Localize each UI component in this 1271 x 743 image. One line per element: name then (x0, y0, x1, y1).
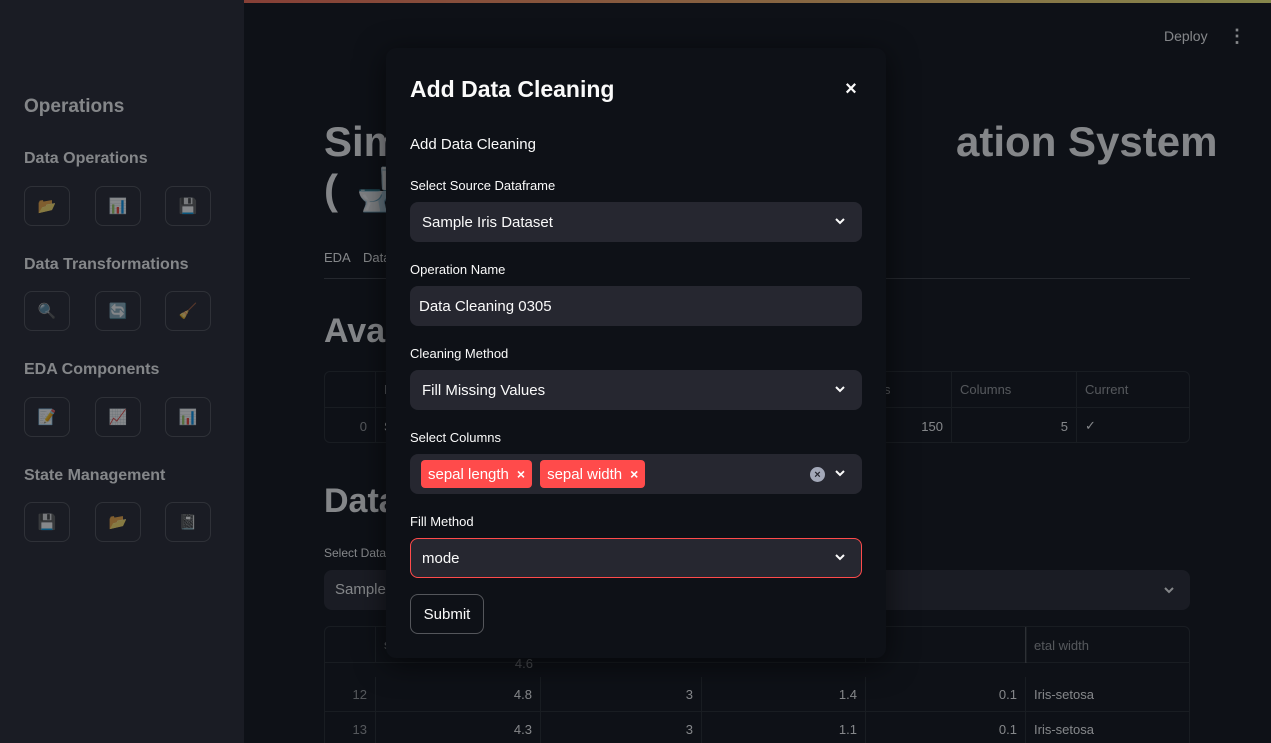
chevron-down-icon (835, 218, 845, 225)
column-chip-label: sepal length (428, 465, 509, 483)
source-dataframe-value: Sample Iris Dataset (422, 213, 553, 231)
operation-name-value: Data Cleaning 0305 (419, 297, 552, 315)
dialog-subtitle: Add Data Cleaning (410, 136, 536, 153)
select-columns-multiselect[interactable]: sepal length × sepal width × × (410, 454, 862, 494)
cleaning-method-label: Cleaning Method (410, 346, 509, 361)
operation-name-label: Operation Name (410, 262, 506, 277)
remove-chip-icon[interactable]: × (517, 466, 525, 482)
cleaning-method-value: Fill Missing Values (422, 381, 546, 399)
close-icon[interactable]: × (841, 78, 861, 102)
chevron-down-icon (835, 386, 845, 393)
dialog-title: Add Data Cleaning (410, 76, 615, 102)
select-columns-label: Select Columns (410, 430, 502, 445)
add-data-cleaning-dialog: Add Data Cleaning × Add Data Cleaning Se… (386, 48, 886, 658)
chevron-down-icon (835, 554, 845, 561)
column-chip: sepal width × (540, 460, 646, 488)
submit-button[interactable]: Submit (410, 594, 484, 634)
operation-name-input[interactable]: Data Cleaning 0305 (410, 286, 862, 326)
cleaning-method-select[interactable]: Fill Missing Values (410, 370, 862, 410)
remove-chip-icon[interactable]: × (630, 466, 638, 482)
chevron-down-icon (835, 470, 845, 477)
fill-method-select[interactable]: mode (410, 538, 862, 578)
column-chip: sepal length × (421, 460, 533, 488)
source-dataframe-label: Select Source Dataframe (410, 178, 556, 193)
fill-method-label: Fill Method (410, 514, 474, 529)
fill-method-value: mode (422, 549, 460, 567)
source-dataframe-select[interactable]: Sample Iris Dataset (410, 202, 862, 242)
clear-all-icon[interactable]: × (810, 467, 825, 482)
column-chip-label: sepal width (547, 465, 623, 483)
